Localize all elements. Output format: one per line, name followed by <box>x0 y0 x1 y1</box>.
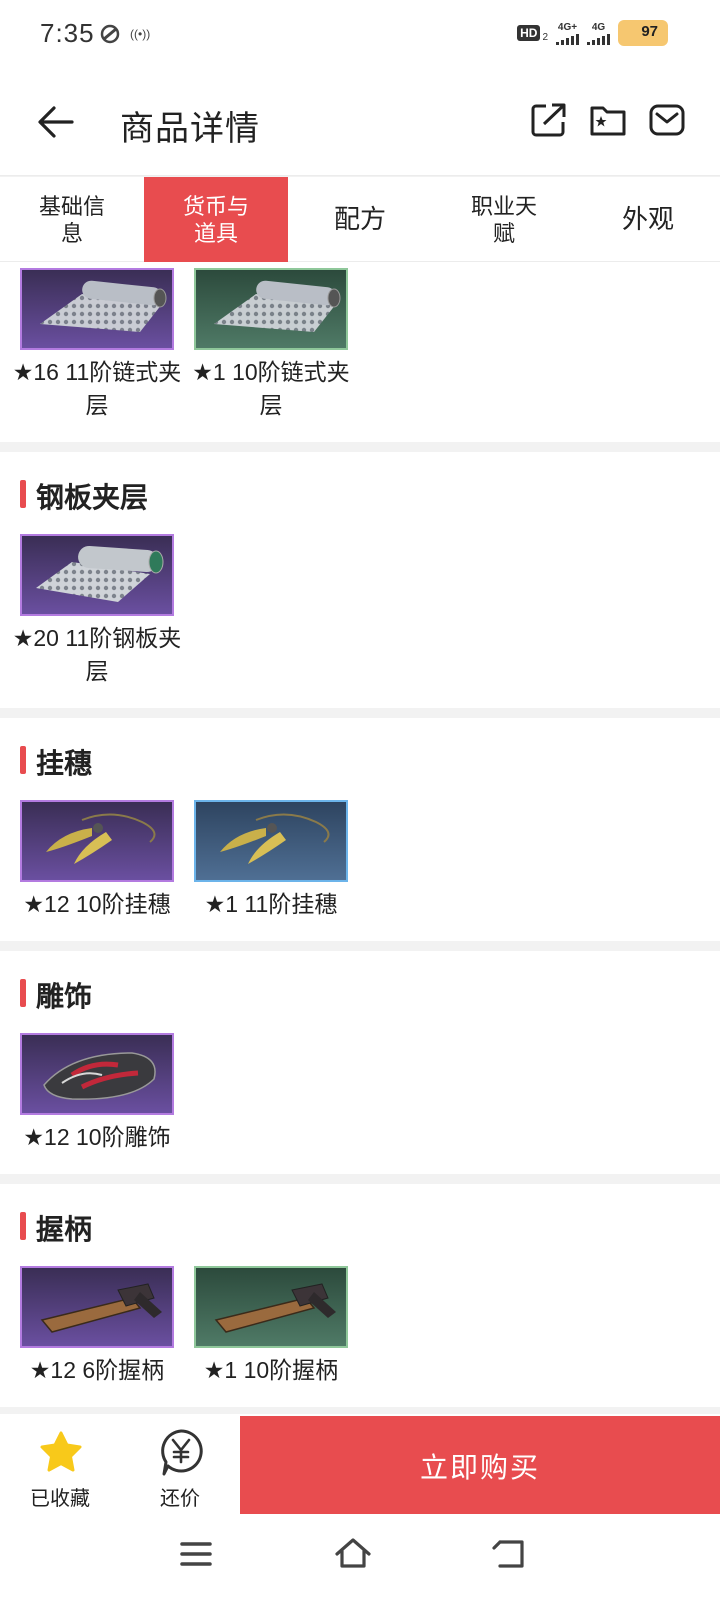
item-row: ★12 10阶雕饰 <box>0 1033 720 1154</box>
item-list: ★16 11阶链式夹层 ★1 10阶链式夹层 钢板夹层 ★20 11阶钢板夹层 … <box>0 262 720 1417</box>
item-label: ★12 6阶握柄 <box>29 1357 165 1383</box>
item-thumbnail <box>20 800 174 882</box>
item-card[interactable]: ★1 10阶握柄 <box>194 1266 348 1387</box>
section-accent-bar <box>20 979 26 1007</box>
item-thumbnail <box>20 268 174 350</box>
item-card[interactable]: ★20 11阶钢板夹层 <box>13 534 181 688</box>
section-accent-bar <box>20 480 26 508</box>
section-title: 钢板夹层 <box>36 482 149 513</box>
item-thumbnail <box>20 534 174 616</box>
tab-class-talents[interactable]: 职业天赋 <box>432 177 576 262</box>
item-thumbnail <box>194 268 348 350</box>
signal-4g-plus-icon: 4G+ <box>556 22 579 45</box>
tassel-icon <box>22 802 172 880</box>
net1-label: 4G+ <box>557 21 578 33</box>
item-row: ★20 11阶钢板夹层 <box>0 534 720 688</box>
section-header: 雕饰 <box>0 951 720 1033</box>
menu-icon[interactable] <box>176 1534 216 1574</box>
chain-roll-icon <box>22 270 172 348</box>
tab-basic-info[interactable]: 基础信息 <box>0 177 144 262</box>
item-thumbnail <box>194 800 348 882</box>
status-indicators: HD 2 4G+ 4G 97 <box>517 20 668 46</box>
star-icon <box>40 1431 82 1472</box>
item-label: ★1 10阶链式夹层 <box>192 359 350 418</box>
section-header: 握柄 <box>0 1184 720 1266</box>
grip-icon <box>196 1268 346 1346</box>
section-header: 挂穗 <box>0 718 720 800</box>
item-label: ★1 10阶握柄 <box>203 1357 339 1383</box>
item-label: ★1 11阶挂穗 <box>204 891 338 917</box>
section-chain-layer: ★16 11阶链式夹层 ★1 10阶链式夹层 <box>0 262 720 442</box>
favorite-label: 已收藏 <box>30 1488 90 1510</box>
back-icon[interactable] <box>490 1534 530 1574</box>
folder-star-icon[interactable] <box>589 102 627 138</box>
page-title: 商品详情 <box>120 110 260 148</box>
item-label: ★16 11阶链式夹层 <box>12 359 182 418</box>
tab-appearance[interactable]: 外观 <box>576 177 720 262</box>
net2-label: 4G <box>591 21 606 33</box>
item-card[interactable]: ★1 11阶挂穗 <box>194 800 348 921</box>
bottom-action-bar: 已收藏 还价 立即购买 <box>0 1414 720 1516</box>
section-title: 握柄 <box>36 1214 93 1245</box>
section-header: 钢板夹层 <box>0 452 720 534</box>
section-carving: 雕饰 ★12 10阶雕饰 <box>0 951 720 1174</box>
back-arrow-icon[interactable] <box>36 102 76 142</box>
status-bar: 7:35 ((•)) HD 2 4G+ 4G 97 <box>0 0 720 68</box>
item-thumbnail <box>194 1266 348 1348</box>
share-icon[interactable] <box>530 102 568 138</box>
item-label: ★20 11阶钢板夹层 <box>12 625 182 684</box>
section-tassel: 挂穗 ★12 10阶挂穗 ★1 11阶挂穗 <box>0 718 720 941</box>
item-card[interactable]: ★12 10阶挂穗 <box>20 800 174 921</box>
battery-level: 97 <box>641 23 658 40</box>
item-label: ★12 10阶挂穗 <box>23 891 171 917</box>
radio-icon: ((•)) <box>130 27 151 41</box>
section-accent-bar <box>20 746 26 774</box>
tab-currency-items[interactable]: 货币与道具 <box>144 177 288 262</box>
leaf-icon <box>100 24 120 44</box>
tab-bar: 基础信息 货币与道具 配方 职业天赋 外观 <box>0 177 720 262</box>
home-icon[interactable] <box>333 1534 373 1574</box>
item-row: ★12 10阶挂穗 ★1 11阶挂穗 <box>0 800 720 921</box>
section-accent-bar <box>20 1212 26 1240</box>
item-card[interactable]: ★16 11阶链式夹层 <box>13 268 181 422</box>
plate-roll-icon <box>22 536 172 614</box>
section-steel-plate-layer: 钢板夹层 ★20 11阶钢板夹层 <box>0 452 720 708</box>
hd-icon: HD <box>517 25 541 41</box>
carving-icon <box>22 1035 172 1113</box>
status-time: 7:35 <box>40 18 95 48</box>
bargain-button[interactable]: 还价 <box>140 1414 240 1514</box>
system-nav-bar <box>0 1514 720 1600</box>
buy-now-button[interactable]: 立即购买 <box>240 1416 720 1516</box>
section-title: 雕饰 <box>36 981 93 1012</box>
yuan-bubble-icon <box>161 1429 203 1476</box>
item-row: ★16 11阶链式夹层 ★1 10阶链式夹层 <box>0 268 720 422</box>
favorite-button[interactable]: 已收藏 <box>20 1414 120 1514</box>
section-title: 挂穗 <box>36 748 93 779</box>
tassel-icon <box>196 802 346 880</box>
item-card[interactable]: ★12 10阶雕饰 <box>20 1033 174 1154</box>
item-label: ★12 10阶雕饰 <box>23 1124 171 1150</box>
chain-roll-icon <box>196 270 346 348</box>
grip-icon <box>22 1268 172 1346</box>
item-card[interactable]: ★1 10阶链式夹层 <box>192 268 350 422</box>
message-icon[interactable] <box>648 102 686 138</box>
battery-icon: 97 <box>618 20 668 46</box>
item-thumbnail <box>20 1266 174 1348</box>
bargain-label: 还价 <box>160 1488 200 1510</box>
section-grip: 握柄 ★12 6阶握柄 ★1 10阶握柄 <box>0 1184 720 1407</box>
signal-4g-icon: 4G <box>587 22 610 45</box>
app-header: 商品详情 <box>0 68 720 176</box>
item-row: ★12 6阶握柄 ★1 10阶握柄 <box>0 1266 720 1387</box>
tab-recipes[interactable]: 配方 <box>288 177 432 262</box>
item-card[interactable]: ★12 6阶握柄 <box>20 1266 174 1387</box>
hd-sub: 2 <box>542 31 548 43</box>
item-thumbnail <box>20 1033 174 1115</box>
